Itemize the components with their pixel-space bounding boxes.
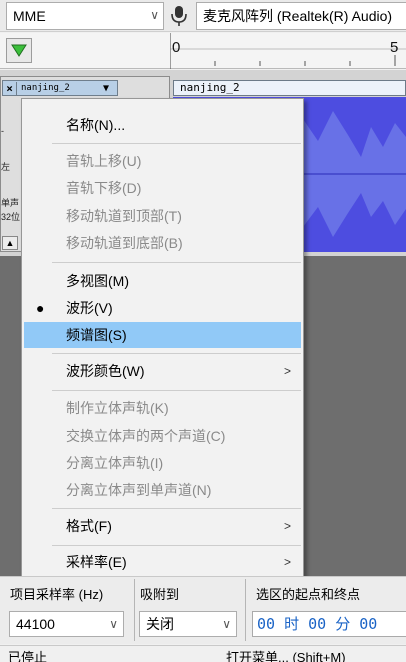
- menu-item-label: 多视图(M): [66, 273, 129, 289]
- menu-item-label: 音轨下移(D): [66, 180, 142, 196]
- project-rate-value: 44100: [16, 616, 55, 632]
- menu-item-make-stereo[interactable]: 制作立体声轨(K): [24, 395, 301, 421]
- track-header[interactable]: × nanjing_2 ▼: [2, 80, 118, 96]
- snap-to-label: 吸附到: [140, 587, 180, 602]
- menu-item-label: 分离立体声到单声道(N): [66, 482, 212, 498]
- menu-item-move-down[interactable]: 音轨下移(D): [24, 175, 301, 201]
- menu-item-label: 分离立体声轨(I): [66, 455, 164, 471]
- menu-item-wave-color[interactable]: 波形颜色(W) >: [24, 358, 301, 384]
- radio-dot-icon: ●: [36, 300, 45, 316]
- menu-item-waveform[interactable]: ● 波形(V): [24, 295, 301, 321]
- menu-item-spectrogram[interactable]: 频谱图(S): [24, 322, 301, 348]
- close-icon[interactable]: ×: [3, 81, 17, 95]
- triangle-down-icon: [11, 44, 27, 57]
- triangle-down-icon[interactable]: ▼: [103, 83, 117, 94]
- menu-item-label: 移动轨道到顶部(T): [66, 208, 182, 224]
- timeline-ruler[interactable]: 0 5: [0, 33, 406, 69]
- selection-label: 选区的起点和终点: [256, 587, 361, 602]
- menu-separator: [52, 143, 301, 144]
- project-rate-label: 项目采样率 (Hz): [10, 587, 104, 602]
- menu-item-label: 波形颜色(W): [66, 363, 145, 379]
- toolbar-divider: [245, 579, 246, 641]
- menu-item-label: 制作立体声轨(K): [66, 400, 169, 416]
- menu-separator: [52, 508, 301, 509]
- chevron-down-icon: ∨: [109, 617, 118, 631]
- status-bar: 已停止 打开菜单... (Shift+M): [0, 645, 406, 662]
- status-state: 已停止: [8, 650, 48, 662]
- snap-to-value: 关闭: [146, 616, 174, 632]
- ruler-ticks: [170, 33, 406, 69]
- menu-separator: [52, 545, 301, 546]
- toolbar-divider: [134, 579, 135, 641]
- track-context-menu: 名称(N)... 音轨上移(U) 音轨下移(D) 移动轨道到顶部(T) 移动轨道…: [21, 98, 304, 579]
- menu-item-label: 格式(F): [66, 518, 112, 534]
- chevron-right-icon: >: [283, 555, 291, 569]
- menu-item-name[interactable]: 名称(N)...: [24, 112, 301, 138]
- timeline-options-button[interactable]: [6, 38, 32, 63]
- ruler-label-five: 5: [390, 39, 399, 56]
- track-name: nanjing_2: [21, 83, 70, 93]
- track-pan-label: 左: [1, 162, 11, 172]
- audio-host-value: MME: [13, 8, 46, 24]
- menu-item-label: 名称(N)...: [66, 117, 126, 133]
- ruler-label-zero: 0: [172, 39, 181, 56]
- status-hint: 打开菜单... (Shift+M): [226, 650, 346, 662]
- track-channel-label: 单声: [1, 198, 20, 208]
- selection-start-time[interactable]: 00 时 00 分 00: [252, 611, 406, 637]
- menu-item-label: 采样率(E): [66, 554, 127, 570]
- device-toolbar: MME ∨ 麦克风阵列 (Realtek(R) Audio): [0, 0, 406, 32]
- menu-item-move-top[interactable]: 移动轨道到顶部(T): [24, 203, 301, 229]
- recording-device-value: 麦克风阵列 (Realtek(R) Audio): [203, 8, 393, 24]
- menu-item-multi-view[interactable]: 多视图(M): [24, 268, 301, 294]
- microphone-icon[interactable]: [168, 4, 190, 28]
- chevron-right-icon: >: [283, 519, 291, 533]
- menu-separator: [52, 353, 301, 354]
- menu-item-split-stereo[interactable]: 分离立体声轨(I): [24, 450, 301, 476]
- recording-device-select[interactable]: 麦克风阵列 (Realtek(R) Audio): [196, 2, 406, 30]
- menu-item-label: 频谱图(S): [66, 327, 127, 343]
- menu-item-label: 交换立体声的两个声道(C): [66, 428, 226, 444]
- menu-item-format[interactable]: 格式(F) >: [24, 513, 301, 539]
- clip-title-bar[interactable]: nanjing_2: [173, 80, 406, 96]
- menu-item-label: 波形(V): [66, 300, 113, 316]
- chevron-down-icon: ∨: [222, 617, 231, 631]
- collapse-track-button[interactable]: ▲: [2, 236, 18, 250]
- menu-item-sample-rate[interactable]: 采样率(E) >: [24, 549, 301, 575]
- project-rate-select[interactable]: 44100 ∨: [9, 611, 124, 637]
- menu-item-label: 移动轨道到底部(B): [66, 235, 183, 251]
- chevron-down-icon: ∨: [150, 8, 159, 22]
- selection-toolbar: 项目采样率 (Hz) 吸附到 选区的起点和终点 44100 ∨ 关闭 ∨ 00 …: [0, 576, 406, 644]
- menu-item-move-up[interactable]: 音轨上移(U): [24, 148, 301, 174]
- menu-separator: [52, 262, 301, 263]
- triangle-up-icon: ▲: [5, 238, 15, 248]
- menu-item-move-bottom[interactable]: 移动轨道到底部(B): [24, 230, 301, 256]
- track-format-label: 32位: [1, 212, 21, 222]
- track-gain-label: -: [1, 126, 4, 136]
- audio-host-select[interactable]: MME ∨: [6, 2, 164, 30]
- snap-to-select[interactable]: 关闭 ∨: [139, 611, 237, 637]
- menu-item-split-to-mono[interactable]: 分离立体声到单声道(N): [24, 477, 301, 503]
- menu-item-swap-channels[interactable]: 交换立体声的两个声道(C): [24, 423, 301, 449]
- menu-separator: [52, 390, 301, 391]
- menu-item-label: 音轨上移(U): [66, 153, 142, 169]
- chevron-right-icon: >: [283, 364, 291, 378]
